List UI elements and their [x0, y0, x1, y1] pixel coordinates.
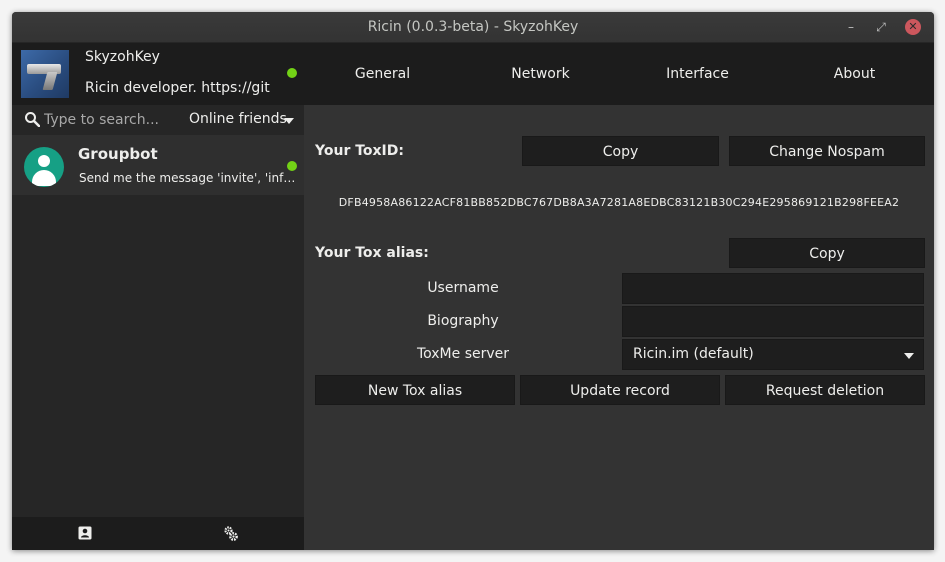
- maximize-button[interactable]: ⤢: [873, 19, 889, 35]
- request-deletion-button[interactable]: Request deletion: [725, 375, 925, 405]
- tab-general[interactable]: General: [304, 43, 461, 105]
- tox-alias-label: Your Tox alias:: [315, 245, 429, 261]
- tab-about[interactable]: About: [776, 43, 933, 105]
- window-title: Ricin (0.0.3-beta) - SkyzohKey: [367, 19, 579, 35]
- toxme-server-select[interactable]: Ricin.im (default): [622, 339, 924, 370]
- title-bar[interactable]: Ricin (0.0.3-beta) - SkyzohKey – ⤢ ✕: [12, 12, 934, 43]
- username-label: Username: [427, 280, 499, 296]
- sidebar-footer: [12, 517, 304, 550]
- toxid-label: Your ToxID:: [315, 143, 404, 159]
- profile-status-message[interactable]: Ricin developer. https://github.com/Skyz…: [85, 80, 271, 96]
- search-bar: Online friends: [12, 105, 304, 135]
- minimize-button[interactable]: –: [843, 19, 859, 35]
- profile-header: SkyzohKey Ricin developer. https://githu…: [12, 43, 304, 105]
- username-input[interactable]: [623, 274, 923, 303]
- friend-filter-dropdown[interactable]: Online friends: [189, 111, 287, 127]
- toxme-server-label: ToxMe server: [416, 346, 510, 362]
- avatar-body-shape: [32, 170, 56, 186]
- close-button[interactable]: ✕: [905, 19, 921, 35]
- profile-name[interactable]: SkyzohKey: [85, 49, 160, 65]
- copy-alias-button[interactable]: Copy: [729, 238, 925, 268]
- biography-label: Biography: [427, 313, 499, 329]
- contacts-button[interactable]: [12, 517, 158, 550]
- chevron-down-icon[interactable]: [284, 118, 294, 124]
- toxid-value[interactable]: DFB4958A86122ACF81BB852DBC767DB8A3A7281A…: [314, 196, 924, 209]
- toxme-server-value: Ricin.im (default): [633, 346, 754, 362]
- gears-icon: [224, 526, 238, 541]
- friend-name: Groupbot: [78, 145, 158, 163]
- tab-interface[interactable]: Interface: [619, 43, 776, 105]
- profile-avatar[interactable]: [21, 50, 69, 98]
- friend-presence-indicator: [287, 161, 297, 171]
- search-icon: [25, 112, 40, 127]
- update-record-button[interactable]: Update record: [520, 375, 720, 405]
- tab-network[interactable]: Network: [462, 43, 619, 105]
- settings-panel: General Network Interface About Your Tox…: [304, 43, 934, 550]
- friend-list-item[interactable]: Groupbot Send me the message 'invite', '…: [12, 135, 304, 195]
- change-nospam-button[interactable]: Change Nospam: [729, 136, 925, 166]
- sidebar: SkyzohKey Ricin developer. https://githu…: [12, 43, 304, 550]
- username-field[interactable]: [622, 273, 924, 304]
- avatar-head-shape: [38, 155, 50, 167]
- pistol-grip-image: [42, 72, 58, 90]
- new-tox-alias-button[interactable]: New Tox alias: [315, 375, 515, 405]
- friend-last-message: Send me the message 'invite', 'info', 'h…: [79, 171, 297, 185]
- settings-button[interactable]: [158, 517, 304, 550]
- friend-avatar: [24, 147, 64, 187]
- chevron-down-icon: [904, 353, 914, 359]
- biography-input[interactable]: [623, 307, 923, 336]
- search-input[interactable]: [44, 109, 184, 131]
- copy-toxid-button[interactable]: Copy: [522, 136, 719, 166]
- contact-card-icon: [78, 526, 92, 540]
- biography-field[interactable]: [622, 306, 924, 337]
- settings-tabs: General Network Interface About: [304, 43, 934, 105]
- app-window: Ricin (0.0.3-beta) - SkyzohKey – ⤢ ✕ Sky…: [12, 12, 934, 550]
- profile-presence-indicator[interactable]: [287, 68, 297, 78]
